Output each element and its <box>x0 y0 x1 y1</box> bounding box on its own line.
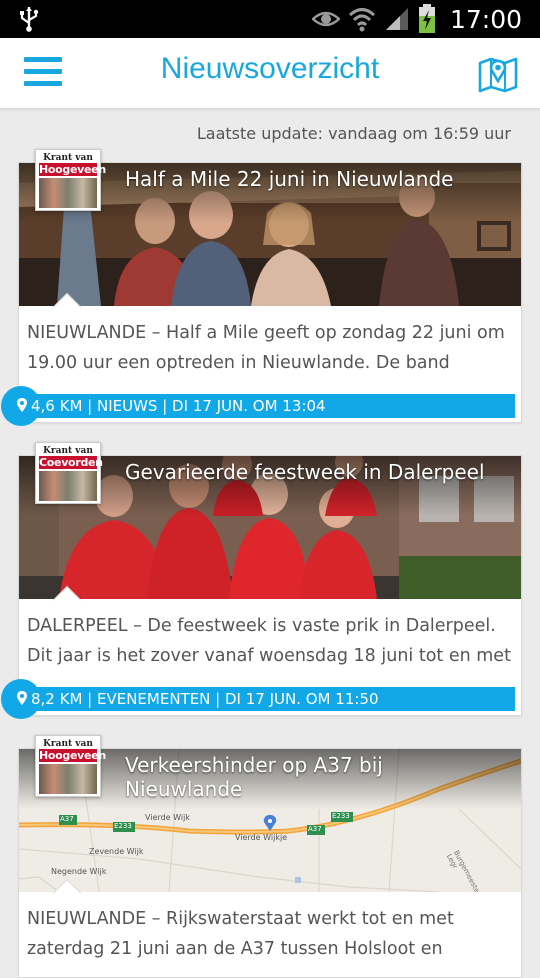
map-label-place: Zevende Wijk <box>89 847 144 856</box>
article-meta: 8,2 KM | EVENEMENTEN | DI 17 JUN. OM 11:… <box>31 690 379 708</box>
article-title: Half a Mile 22 juni in Nieuwlande <box>125 167 454 191</box>
map-label-place: Vierde Wijkje <box>235 833 288 842</box>
map-pin-icon[interactable] <box>478 55 518 93</box>
article-title: Gevarieerde feestweek in Dalerpeel <box>125 460 485 484</box>
eye-icon <box>311 11 340 27</box>
source-logo: Krant van Coevorden <box>35 442 103 504</box>
battery-charging-icon <box>418 4 435 33</box>
article-meta-bar: 4,6 KM | NIEUWS | DI 17 JUN. OM 13:04 <box>1 386 515 426</box>
map-label-road-a37: A37 <box>308 825 322 833</box>
status-bar: 17:00 <box>0 0 540 38</box>
wifi-icon <box>348 8 375 32</box>
map-label-place: Vierde Wijk <box>145 813 190 822</box>
article-title: Verkeershinder op A37 bij Nieuwlande <box>125 753 383 801</box>
page-title: Nieuwsoverzicht <box>160 52 380 85</box>
article-card[interactable]: Krant van Coevorden Gevarieerde feestwee… <box>1 442 522 719</box>
source-logo: Krant van Hoogeveen <box>35 149 106 211</box>
clock: 17:00 <box>449 4 522 34</box>
last-update-text: Laatste update: vandaag om 16:59 uur <box>196 124 511 143</box>
map-label-road-e233: E233 <box>332 812 350 820</box>
article-meta: 4,6 KM | NIEUWS | DI 17 JUN. OM 13:04 <box>31 397 326 415</box>
article-meta-bar: 8,2 KM | EVENEMENTEN | DI 17 JUN. OM 11:… <box>1 679 515 719</box>
article-card[interactable]: Krant van Hoogeveen A37 E233 A37 E233 Vi… <box>18 735 522 978</box>
article-excerpt: DALERPEEL – De feestweek is vaste prik i… <box>27 616 511 666</box>
article-excerpt: NIEUWLANDE – Half a Mile geeft op zondag… <box>27 323 505 373</box>
map-label-road-e233: E233 <box>114 822 132 830</box>
source-logo: Krant van Hoogeveen <box>35 735 106 797</box>
map-label-road-a37: A37 <box>60 815 74 823</box>
article-excerpt: NIEUWLANDE – Rijkswaterstaat werkt tot e… <box>27 909 454 959</box>
app-bar: Nieuwsoverzicht <box>0 38 540 109</box>
signal-icon <box>385 8 408 30</box>
usb-icon <box>20 7 39 32</box>
article-card[interactable]: Krant van Hoogeveen Half a Mile 22 juni … <box>1 149 522 426</box>
map-label-place: Negende Wijk <box>51 867 107 876</box>
